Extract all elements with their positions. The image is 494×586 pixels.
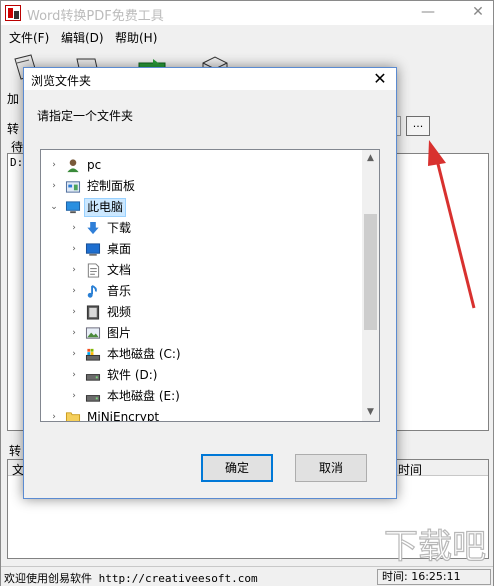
ok-button[interactable]: 确定 (201, 454, 273, 482)
dialog-prompt: 请指定一个文件夹 (37, 109, 134, 123)
dialog-title: 浏览文件夹 (31, 74, 92, 88)
minimize-button[interactable]: — (413, 1, 443, 25)
chevron-right-icon[interactable]: › (69, 307, 79, 317)
dialog-close-button[interactable]: ✕ (364, 68, 396, 90)
chevron-right-icon[interactable]: › (69, 286, 79, 296)
browse-folder-dialog: 浏览文件夹 ✕ 请指定一个文件夹 › pc › 控制面板 ⌄ 此电脑 › 下载 › 桌面 › 文档 › 音… (23, 67, 397, 499)
tree-item-label: 文档 (107, 263, 132, 277)
tree-item[interactable]: › 控制面板 (41, 176, 361, 197)
folder-icon (65, 412, 81, 421)
chevron-right-icon[interactable]: › (49, 412, 59, 421)
control-panel-icon (65, 181, 81, 193)
scroll-down-icon[interactable]: ▼ (362, 404, 379, 421)
browse-button[interactable]: ... (406, 116, 430, 136)
tree-item-label: MiNiEncrypt (87, 410, 160, 422)
tree-item[interactable]: › pc (41, 155, 361, 176)
tree-item-label: 此电脑 (84, 198, 127, 217)
tree-item-label: 软件 (D:) (107, 368, 158, 382)
chevron-right-icon[interactable]: › (69, 391, 79, 401)
tree-item[interactable]: › MiNiEncrypt (41, 407, 361, 422)
tree-item[interactable]: › 本地磁盘 (E:) (41, 386, 361, 407)
log-col-time: 时间 (398, 463, 423, 477)
app-logo-icon (5, 5, 21, 21)
tree-item-label: pc (87, 158, 102, 172)
chevron-right-icon[interactable]: › (49, 160, 59, 170)
chevron-right-icon[interactable]: › (69, 265, 79, 275)
chevron-right-icon[interactable]: › (69, 244, 79, 254)
menu-file[interactable]: 文件(F) (9, 29, 49, 46)
status-time: 时间: 16:25:11 (377, 569, 491, 585)
site-watermark-logo: 下载吧 (383, 526, 486, 566)
tree-item[interactable]: › 音乐 (41, 281, 361, 302)
cancel-button[interactable]: 取消 (295, 454, 367, 482)
tree-item[interactable]: › 文档 (41, 260, 361, 281)
music-icon (87, 285, 97, 298)
close-window-button[interactable]: ✕ (463, 1, 493, 25)
menu-help[interactable]: 帮助(H) (115, 29, 157, 46)
tree-item-label: 本地磁盘 (E:) (107, 389, 180, 403)
download-icon (87, 221, 99, 235)
tree-item[interactable]: › 图片 (41, 323, 361, 344)
tree-item[interactable]: ⌄ 此电脑 (41, 197, 361, 218)
user-icon (67, 159, 79, 173)
menu-edit[interactable]: 编辑(D) (61, 29, 104, 46)
tree-item-label: 桌面 (107, 242, 132, 256)
chevron-right-icon[interactable]: › (69, 223, 79, 233)
tree-item[interactable]: › 软件 (D:) (41, 365, 361, 386)
status-welcome: 欢迎使用创易软件 http://creativeesoft.com (4, 572, 258, 585)
tree-item[interactable]: › 下载 (41, 218, 361, 239)
folder-tree[interactable]: › pc › 控制面板 ⌄ 此电脑 › 下载 › 桌面 › 文档 › 音乐 › 视频 › 图片 › 本地磁盘 (C:)… (40, 149, 380, 422)
tree-item[interactable]: › 本地磁盘 (C:) (41, 344, 361, 365)
status-bar: 欢迎使用创易软件 http://creativeesoft.com 时间: 16… (1, 566, 493, 586)
system-drive-icon (85, 348, 101, 361)
tree-scrollbar[interactable]: ▲ ▼ (362, 150, 379, 421)
tree-item-label: 图片 (107, 326, 132, 340)
chevron-right-icon[interactable]: › (69, 349, 79, 359)
chevron-down-icon[interactable]: ⌄ (49, 202, 59, 212)
scroll-up-icon[interactable]: ▲ (362, 150, 379, 167)
chevron-right-icon[interactable]: › (49, 181, 59, 191)
tree-item-label: 本地磁盘 (C:) (107, 347, 181, 361)
tree-item-label: 视频 (107, 305, 132, 319)
document-icon (87, 263, 100, 278)
desktop-icon (85, 243, 101, 256)
title-bar: Word转换PDF免费工具 — ✕ (1, 1, 493, 25)
tree-item-label: 音乐 (107, 284, 132, 298)
window-title: Word转换PDF免费工具 (27, 9, 164, 24)
dialog-title-bar: 浏览文件夹 ✕ (24, 68, 396, 90)
picture-icon (85, 327, 101, 339)
chevron-right-icon[interactable]: › (69, 370, 79, 380)
tree-item-label: 控制面板 (87, 179, 136, 193)
file-path-text: D: (10, 156, 24, 169)
convert-log-label: 转 (9, 444, 22, 458)
watermark-text: 下载吧 (384, 527, 486, 566)
menu-bar: 文件(F) 编辑(D) 帮助(H) (1, 25, 493, 47)
tree-item[interactable]: › 视频 (41, 302, 361, 323)
video-icon (86, 305, 100, 320)
drive-icon (85, 395, 101, 402)
scrollbar-thumb[interactable] (364, 214, 377, 330)
tree-item[interactable]: › 桌面 (41, 239, 361, 260)
tree-item-label: 下载 (107, 221, 132, 235)
add-label: 加 (7, 92, 20, 106)
convert-path-label: 转 (7, 122, 20, 136)
computer-icon (65, 201, 81, 214)
drive-icon (85, 374, 101, 381)
chevron-right-icon[interactable]: › (69, 328, 79, 338)
